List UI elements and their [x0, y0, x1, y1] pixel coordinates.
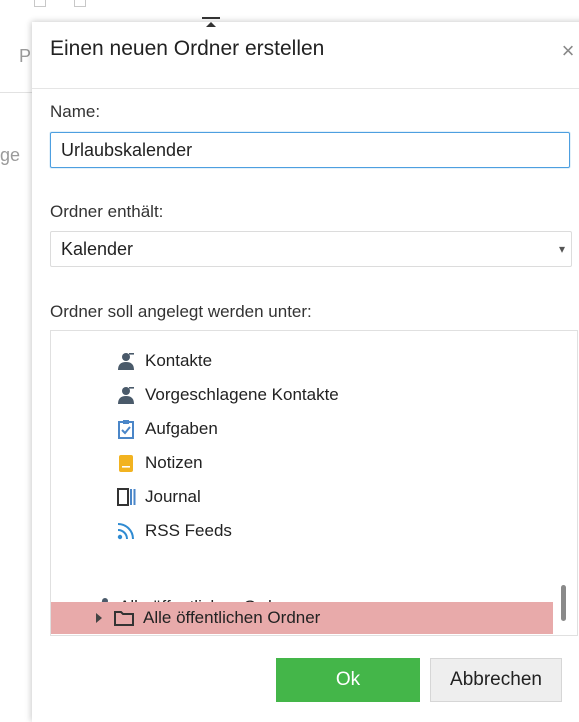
- journal-icon: [115, 486, 137, 508]
- location-label: Ordner soll angelegt werden unter:: [50, 302, 312, 321]
- tree-scrollbar[interactable]: [561, 585, 566, 621]
- background-fragment-mid: ge: [0, 145, 21, 165]
- tree-item-label: RSS Feeds: [145, 521, 232, 540]
- contains-label: Ordner enthält:: [50, 202, 164, 221]
- tree-item-label: Aufgaben: [145, 419, 218, 438]
- drag-handle-icon[interactable]: [200, 16, 222, 36]
- create-folder-dialog: Einen neuen Ordner erstellen × Name: Ord…: [32, 17, 579, 722]
- tree-item-aufgaben[interactable]: Aufgaben: [115, 413, 218, 445]
- tree-item-label: Kontakte: [145, 351, 213, 370]
- tasks-icon: [115, 418, 137, 440]
- tree-item-label: Vorgeschlagene Kontakte: [145, 385, 339, 404]
- tree-item-journal[interactable]: Journal: [115, 481, 201, 513]
- dropdown-arrow-icon: ▾: [558, 242, 565, 256]
- close-icon[interactable]: ×: [557, 40, 579, 62]
- tree-item-label: Notizen: [145, 453, 203, 472]
- background-divider: [0, 92, 36, 93]
- background-fragment-top: P: [19, 46, 32, 66]
- tree-item-label: Alle öffentlichen Ordner: [143, 608, 321, 627]
- name-label: Name:: [50, 102, 101, 121]
- tree-item-notizen[interactable]: Notizen: [115, 447, 203, 479]
- folder-tree[interactable]: Kontakte Vorgeschlagene Kontakte Aufgabe…: [50, 330, 578, 636]
- ok-button[interactable]: Ok: [276, 658, 420, 702]
- folder-type-value: Kalender: [61, 239, 134, 259]
- background-icon: [74, 0, 86, 7]
- caret-right-icon[interactable]: [91, 610, 107, 626]
- rss-icon: [115, 520, 137, 542]
- dialog-title: Einen neuen Ordner erstellen: [50, 37, 325, 60]
- tree-item-rss-feeds[interactable]: RSS Feeds: [115, 515, 232, 547]
- notes-icon: [115, 452, 137, 474]
- contacts-icon: [115, 384, 137, 406]
- folder-icon: [113, 607, 135, 629]
- tree-item-kontakte[interactable]: Kontakte: [115, 345, 212, 377]
- title-divider: [32, 88, 579, 89]
- background-icon: [34, 0, 46, 7]
- tree-item-vorgeschlagene-kontakte[interactable]: Vorgeschlagene Kontakte: [115, 379, 339, 411]
- folder-type-select[interactable]: Kalender ▾: [50, 231, 572, 267]
- tree-item-public-child[interactable]: Alle öffentlichen Ordner: [91, 602, 320, 634]
- folder-name-input[interactable]: [50, 132, 570, 168]
- cancel-button[interactable]: Abbrechen: [430, 658, 562, 702]
- tree-item-label: Journal: [145, 487, 201, 506]
- contacts-icon: [115, 350, 137, 372]
